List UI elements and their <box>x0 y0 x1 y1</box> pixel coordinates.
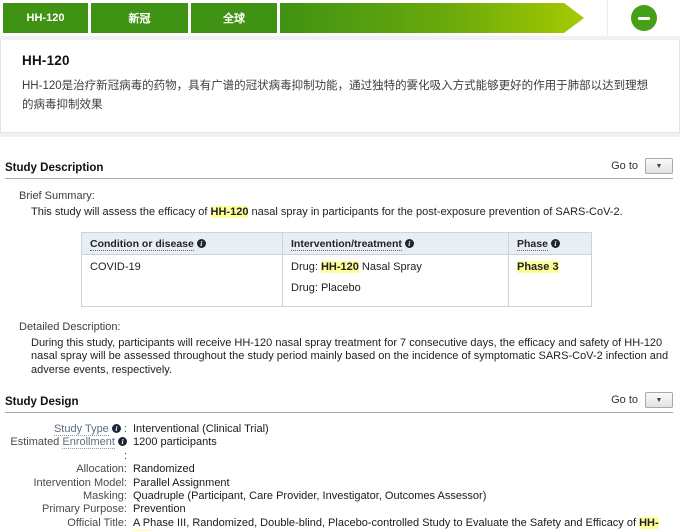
field-value: Randomized <box>127 463 195 476</box>
field-value: Parallel Assignment <box>127 477 230 490</box>
breadcrumb: HH-120 新冠 全球 <box>0 0 680 36</box>
drug-line-1: Drug: HH-120 Nasal Spray <box>291 261 500 273</box>
goto-dropdown-button[interactable]: ▼ <box>645 158 673 174</box>
table-row: COVID-19 Drug: HH-120 Nasal Spray Drug: … <box>82 254 592 306</box>
section-header-study-description: Study Description Go to ▼ <box>5 158 673 179</box>
info-icon[interactable]: i <box>551 239 560 248</box>
brief-summary-prefix: This study will assess the efficacy of <box>31 206 211 218</box>
drug1-suffix: Nasal Spray <box>359 261 422 273</box>
condition-intervention-table: Condition or disease i Intervention/trea… <box>81 232 592 307</box>
col-header-intervention: Intervention/treatment i <box>283 232 509 254</box>
field-value: Prevention <box>127 503 186 516</box>
info-icon[interactable]: i <box>118 437 127 446</box>
study-title: HH-120 <box>22 53 659 68</box>
caret-down-icon: ▼ <box>656 163 663 170</box>
brief-summary-text: This study will assess the efficacy of H… <box>31 206 671 220</box>
col-header-phase: Phase i <box>509 232 592 254</box>
main-content: Study Description Go to ▼ Brief Summary:… <box>0 158 680 531</box>
info-icon[interactable]: i <box>405 239 414 248</box>
divider <box>0 133 680 137</box>
drug1-prefix: Drug: <box>291 261 321 273</box>
study-summary-card: HH-120 HH-120是治疗新冠病毒的药物，具有广谱的冠状病毒抑制功能，通过… <box>0 40 680 133</box>
goto-control: Go to ▼ <box>611 158 673 174</box>
goto-control: Go to ▼ <box>611 392 673 408</box>
field-enrollment: Estimated Enrollment i : 1200 participan… <box>5 436 673 463</box>
info-icon[interactable]: i <box>197 239 206 248</box>
bar-right-section <box>607 0 680 36</box>
field-value: Quadruple (Participant, Care Provider, I… <box>127 490 486 503</box>
detailed-description-label: Detailed Description: <box>19 321 673 333</box>
section-header-study-design: Study Design Go to ▼ <box>5 392 673 413</box>
phase-cell: Phase 3 <box>509 254 592 306</box>
field-study-type: Study Type i : Interventional (Clinical … <box>5 423 673 436</box>
col-header-condition: Condition or disease i <box>82 232 283 254</box>
goto-label: Go to <box>611 394 638 406</box>
study-design-fields: Study Type i : Interventional (Clinical … <box>5 423 673 531</box>
minus-icon <box>638 17 650 20</box>
section-title: Study Description <box>5 162 103 174</box>
collapse-button[interactable] <box>631 5 657 31</box>
field-label: Official Title: <box>5 517 127 531</box>
phase-value: Phase 3 <box>517 261 559 273</box>
goto-label: Go to <box>611 160 638 172</box>
brief-summary-suffix: nasal spray in participants for the post… <box>248 206 622 218</box>
highlight-hh120: HH-120 <box>321 261 359 273</box>
field-primary-purpose: Primary Purpose: Prevention <box>5 503 673 516</box>
tab-quanqiu[interactable]: 全球 <box>191 3 277 33</box>
intervention-cell: Drug: HH-120 Nasal Spray Drug: Placebo <box>283 254 509 306</box>
field-value: 1200 participants <box>127 436 217 463</box>
field-label: Primary Purpose: <box>5 503 127 516</box>
title-prefix: A Phase III, Randomized, Double-blind, P… <box>133 517 639 529</box>
condition-cell: COVID-19 <box>82 254 283 306</box>
field-label: Masking: <box>5 490 127 503</box>
caret-down-icon: ▼ <box>656 397 663 404</box>
field-value: A Phase III, Randomized, Double-blind, P… <box>127 517 673 531</box>
section-title: Study Design <box>5 396 78 408</box>
breadcrumb-bar: HH-120 新冠 全球 <box>0 0 680 36</box>
highlight-hh120: HH-120 <box>211 206 249 218</box>
label-prefix: Estimated <box>10 436 62 448</box>
study-description-cn: HH-120是治疗新冠病毒的药物，具有广谱的冠状病毒抑制功能，通过独特的雾化吸入… <box>22 77 659 115</box>
field-label: Estimated Enrollment i : <box>5 436 127 463</box>
tab-xinguan[interactable]: 新冠 <box>91 3 188 33</box>
field-label: Allocation: <box>5 463 127 476</box>
field-intervention-model: Intervention Model: Parallel Assignment <box>5 477 673 490</box>
field-label: Intervention Model: <box>5 477 127 490</box>
info-icon[interactable]: i <box>112 424 121 433</box>
detailed-description-text: During this study, participants will rec… <box>31 337 671 378</box>
condition-term-link[interactable]: Condition or disease <box>90 238 194 251</box>
goto-dropdown-button[interactable]: ▼ <box>645 392 673 408</box>
field-masking: Masking: Quadruple (Participant, Care Pr… <box>5 490 673 503</box>
field-allocation: Allocation: Randomized <box>5 463 673 476</box>
table-header-row: Condition or disease i Intervention/trea… <box>82 232 592 254</box>
field-official-title: Official Title: A Phase III, Randomized,… <box>5 517 673 531</box>
enrollment-link[interactable]: Enrollment <box>62 436 115 449</box>
tab-hh120[interactable]: HH-120 <box>3 3 88 33</box>
drug-line-2: Drug: Placebo <box>291 282 500 294</box>
field-value: Interventional (Clinical Trial) <box>127 423 269 436</box>
phase-term-link[interactable]: Phase <box>517 238 548 251</box>
brief-summary-label: Brief Summary: <box>19 190 673 202</box>
progress-arrow-icon <box>280 3 584 33</box>
intervention-term-link[interactable]: Intervention/treatment <box>291 238 402 251</box>
study-type-link[interactable]: Study Type <box>54 423 109 436</box>
field-label: Study Type i : <box>5 423 127 436</box>
